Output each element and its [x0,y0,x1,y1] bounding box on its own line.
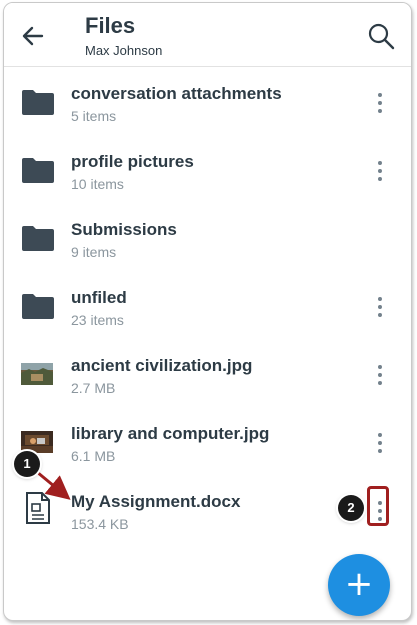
app-header: Files Max Johnson [4,3,411,67]
more-options-icon[interactable] [370,91,390,115]
file-name: conversation attachments [71,84,282,103]
file-name: ancient civilization.jpg [71,356,253,375]
callout-badge-1: 1 [14,451,40,477]
callout-badge-2: 2 [338,495,364,521]
file-name: Submissions [71,220,177,239]
file-meta: 23 items [71,312,124,328]
folder-icon [22,158,54,183]
file-meta: 6.1 MB [71,448,116,464]
add-file-button[interactable]: + [328,554,390,616]
file-meta: 9 items [71,244,117,260]
app-window: Files Max Johnson conversation attachmen… [3,2,412,621]
file-name: unfiled [71,288,127,307]
list-item[interactable]: profile pictures 10 items [4,135,411,203]
file-meta: 5 items [71,108,117,124]
user-name: Max Johnson [85,43,163,58]
search-icon[interactable] [367,22,395,50]
more-options-icon[interactable] [370,431,390,455]
more-options-icon[interactable] [370,295,390,319]
more-options-icon[interactable] [370,159,390,183]
list-item[interactable]: conversation attachments 5 items [4,67,411,135]
callout-highlight [367,486,389,526]
list-item[interactable]: Submissions 9 items [4,203,411,271]
file-name: profile pictures [71,152,194,171]
folder-icon [22,226,54,251]
document-icon [26,492,50,524]
page-title: Files [85,13,136,38]
image-thumbnail [21,363,53,385]
file-meta: 2.7 MB [71,380,116,396]
list-item[interactable]: unfiled 23 items [4,271,411,339]
image-thumbnail [21,431,53,453]
more-options-icon[interactable] [370,363,390,387]
file-name: My Assignment.docx [71,492,241,511]
file-meta: 10 items [71,176,124,192]
file-meta: 153.4 KB [71,516,129,532]
folder-icon [22,294,54,319]
file-name: library and computer.jpg [71,424,270,443]
fab-plus-label: + [344,564,374,604]
list-item[interactable]: ancient civilization.jpg 2.7 MB [4,339,411,407]
list-item[interactable]: library and computer.jpg 6.1 MB [4,407,411,475]
folder-icon [22,90,54,115]
arrow-left-icon[interactable] [18,21,48,51]
